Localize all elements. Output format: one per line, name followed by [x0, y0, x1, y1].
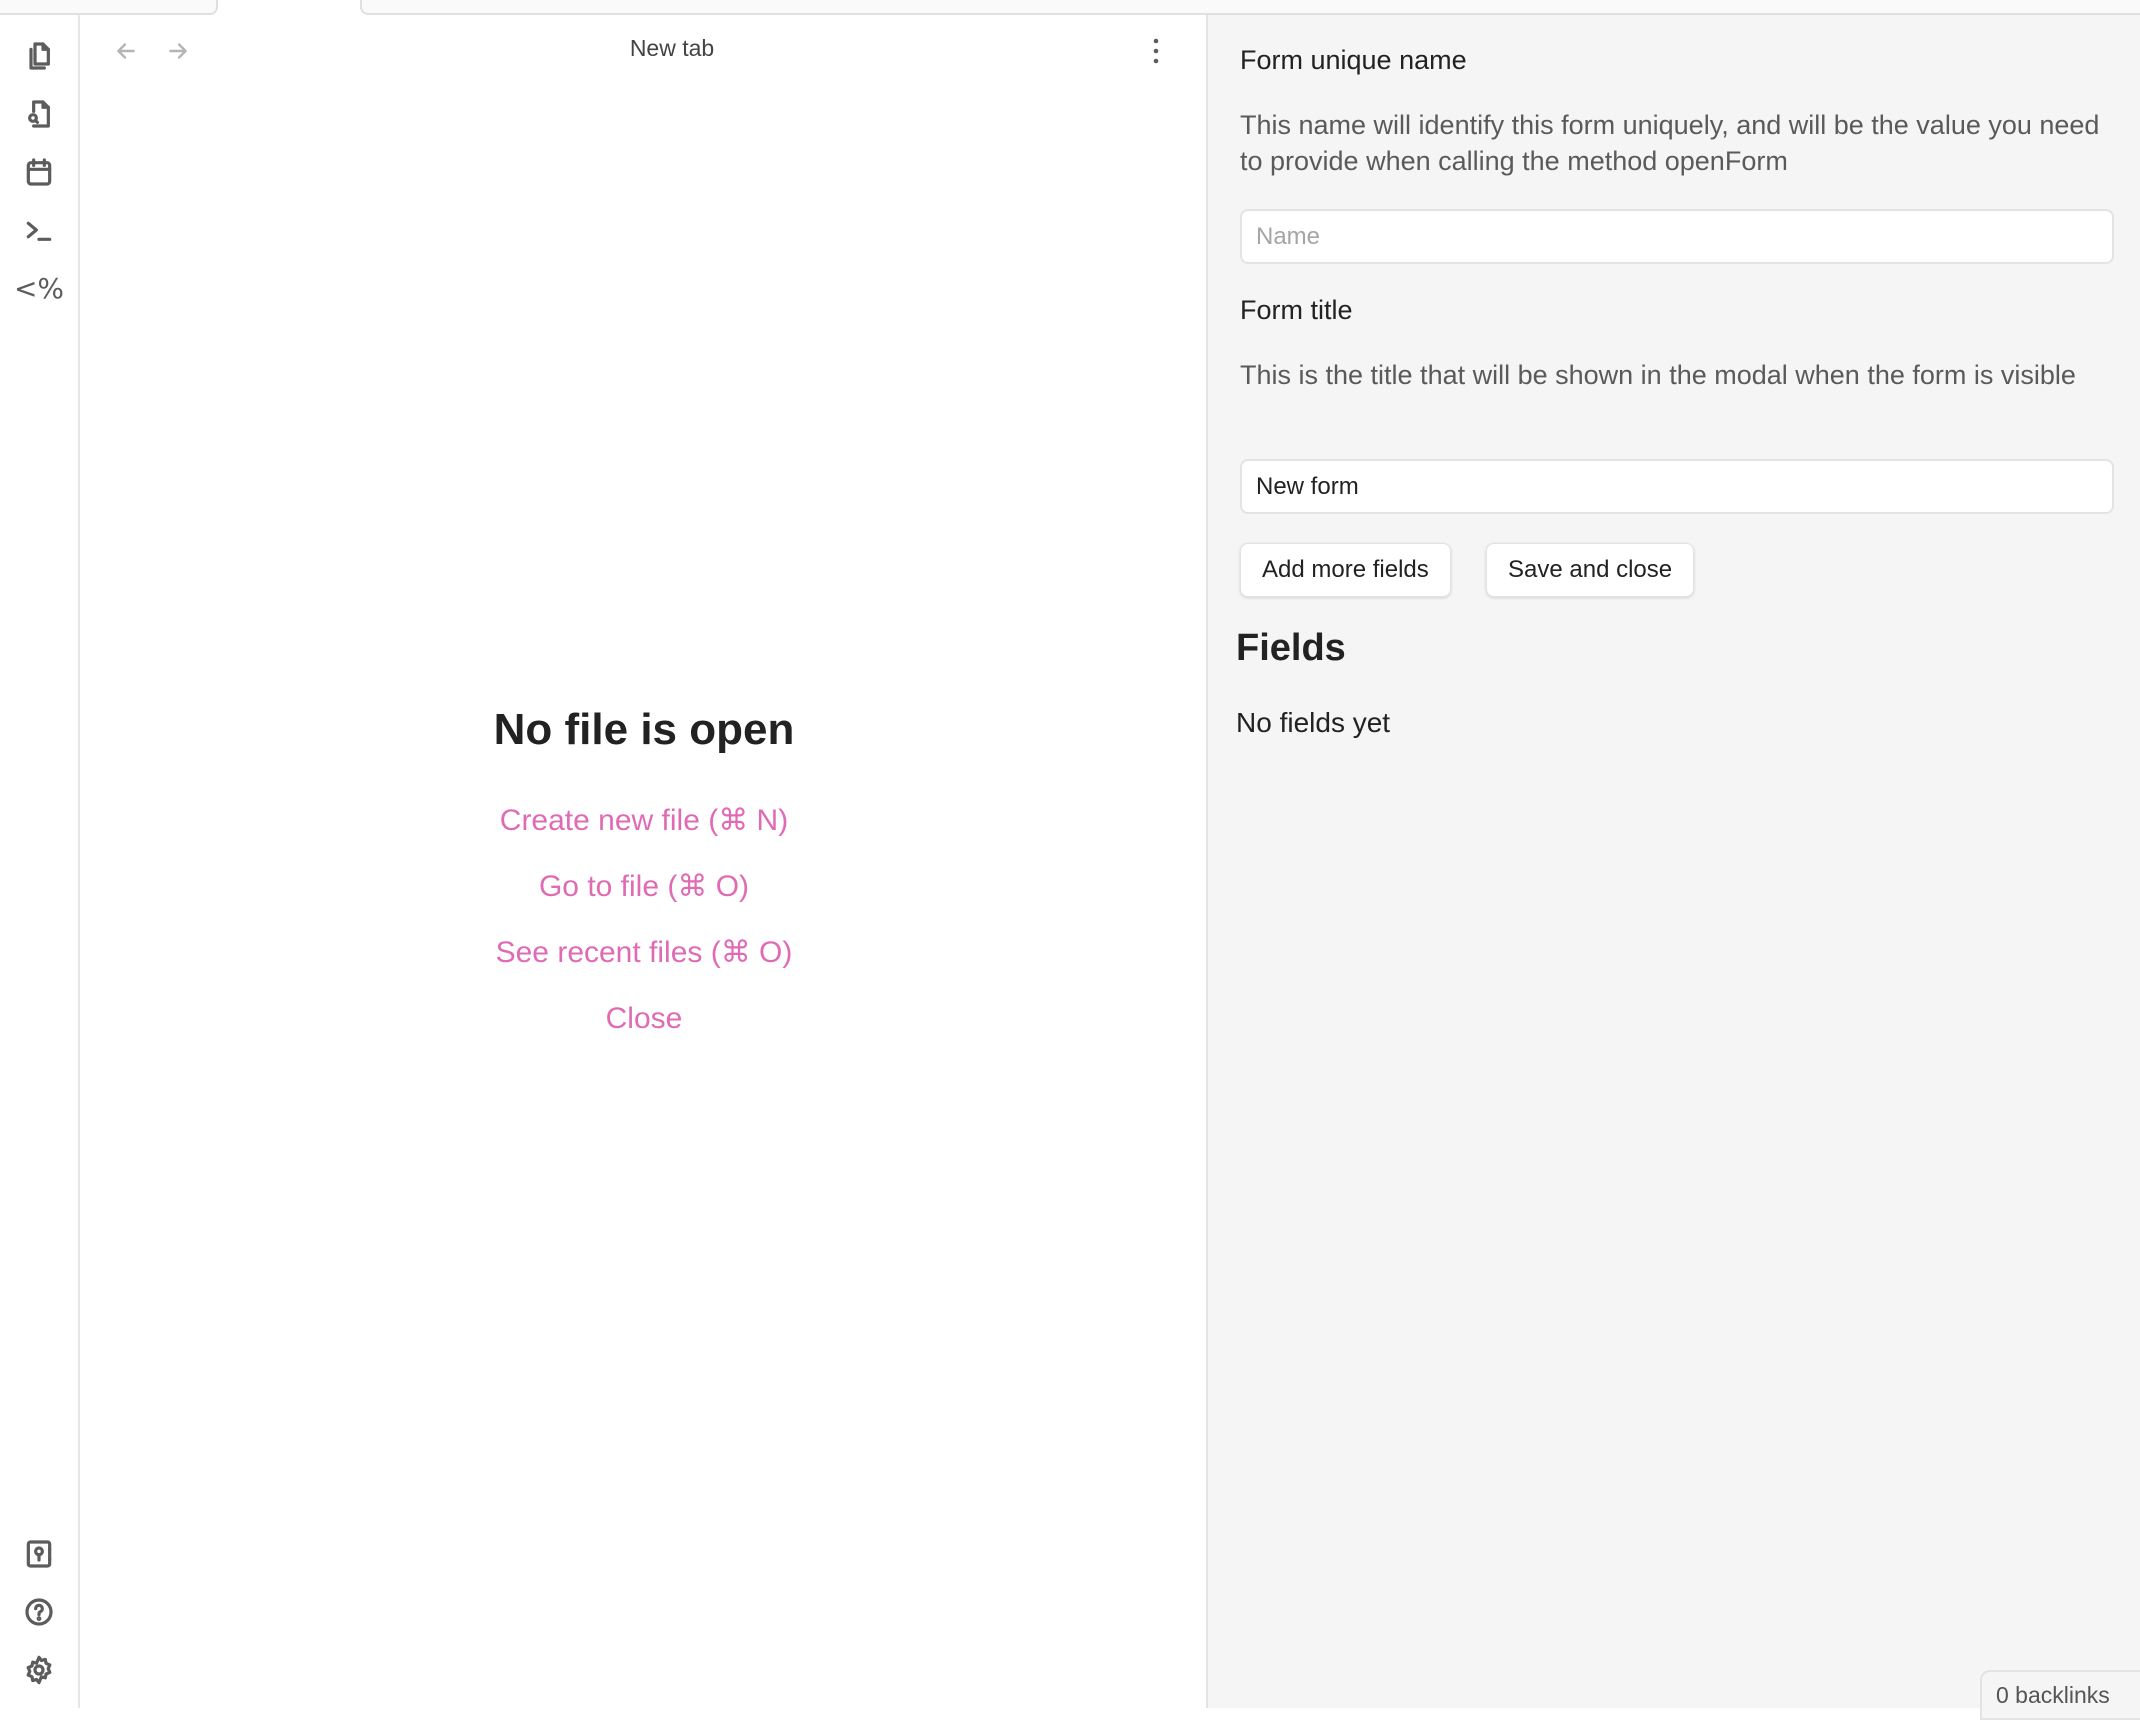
more-options-button[interactable] [1138, 33, 1174, 69]
calendar-icon[interactable] [20, 153, 58, 191]
empty-state-heading: No file is open [493, 705, 795, 754]
more-vertical-icon [1153, 38, 1159, 64]
go-to-file-link[interactable]: Go to file (⌘ O) [82, 869, 1206, 905]
empty-state: No file is open Create new file (⌘ N) Go… [82, 705, 1206, 1067]
form-editor-panel: Form unique name This name will identify… [1206, 15, 2140, 1708]
templater-icon[interactable]: <% [14, 269, 64, 307]
add-more-fields-button[interactable]: Add more fields [1240, 543, 1451, 597]
left-ribbon: <% [0, 15, 80, 1708]
file-search-icon[interactable] [20, 95, 58, 133]
files-icon[interactable] [20, 37, 58, 75]
see-recent-files-link[interactable]: See recent files (⌘ O) [82, 935, 1206, 971]
vault-icon[interactable] [20, 1535, 58, 1573]
tab-right[interactable] [360, 0, 2140, 15]
templater-icon-label: <% [13, 271, 65, 305]
main-editor-pane: New tab No file is open Create new file … [82, 15, 1206, 1708]
tab-left[interactable] [0, 0, 218, 15]
terminal-icon[interactable] [20, 211, 58, 249]
fields-heading: Fields [1236, 627, 1346, 669]
help-icon[interactable] [20, 1593, 58, 1631]
view-title: New tab [629, 35, 715, 61]
tab-strip [0, 0, 2140, 15]
close-link[interactable]: Close [82, 1001, 1206, 1037]
status-bar-backlinks[interactable]: 0 backlinks [1980, 1670, 2140, 1720]
form-title-label: Form title [1240, 295, 1353, 325]
create-new-file-link[interactable]: Create new file (⌘ N) [82, 803, 1206, 839]
form-title-description: This is the title that will be shown in … [1240, 360, 2076, 390]
form-name-label: Form unique name [1240, 45, 1467, 75]
form-name-input[interactable] [1240, 209, 2114, 264]
no-fields-text: No fields yet [1236, 707, 1391, 738]
settings-icon[interactable] [20, 1651, 58, 1689]
view-header: New tab [82, 15, 1206, 85]
form-name-description: This name will identify this form unique… [1240, 110, 2100, 176]
form-title-input[interactable] [1240, 459, 2114, 514]
save-and-close-button[interactable]: Save and close [1486, 543, 1695, 597]
